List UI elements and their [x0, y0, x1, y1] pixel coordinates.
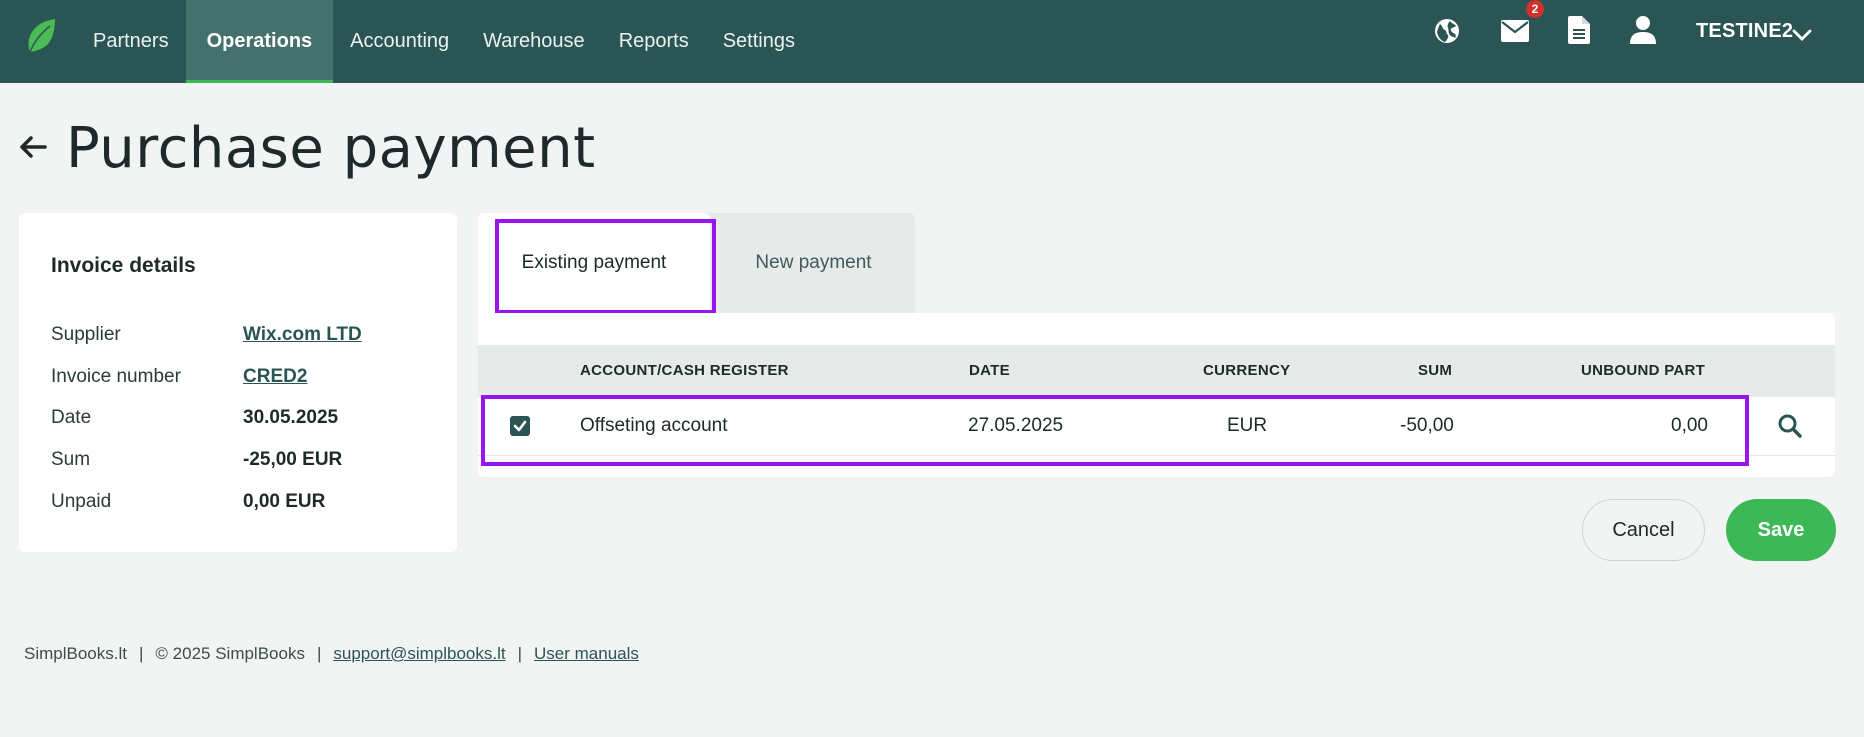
cancel-button[interactable]: Cancel	[1582, 499, 1705, 561]
chevron-down-icon[interactable]	[1792, 25, 1812, 45]
main-nav: Partners Operations Accounting Warehouse…	[76, 0, 812, 83]
invoice-number-link[interactable]: CRED2	[243, 366, 307, 388]
save-button[interactable]: Save	[1726, 499, 1836, 561]
header-sum: SUM	[1418, 362, 1453, 379]
nav-item-partners[interactable]: Partners	[76, 0, 186, 83]
footer-site: SimplBooks.lt	[24, 644, 127, 663]
cell-date: 27.05.2025	[968, 415, 1064, 436]
date-value: 30.05.2025	[243, 407, 339, 428]
sum-label: Sum	[51, 449, 91, 470]
support-email-link[interactable]: support@simplbooks.lt	[333, 644, 505, 664]
footer-copyright: © 2025 SimplBooks	[155, 644, 305, 663]
cell-sum: -50,00	[1400, 415, 1454, 436]
unpaid-label: Unpaid	[51, 491, 112, 512]
footer: SimplBooks.lt | © 2025 SimplBooks | supp…	[24, 644, 639, 664]
header-account: ACCOUNT/CASH REGISTER	[580, 362, 789, 379]
tab-new-payment[interactable]: New payment	[712, 213, 915, 313]
date-label: Date	[51, 407, 92, 428]
cell-account: Offseting account	[580, 415, 728, 436]
cell-currency: EUR	[1227, 415, 1268, 436]
footer-separator: |	[517, 644, 523, 663]
page-title: Purchase payment	[66, 116, 596, 181]
nav-item-accounting[interactable]: Accounting	[333, 0, 466, 83]
header-unbound-part: UNBOUND PART	[1581, 362, 1706, 379]
invoice-details-title: Invoice details	[51, 254, 196, 277]
unpaid-value: 0,00 EUR	[243, 491, 326, 512]
nav-item-settings[interactable]: Settings	[706, 0, 812, 83]
header-currency: CURRENCY	[1203, 362, 1291, 379]
tab-existing-payment[interactable]: Existing payment	[478, 213, 710, 313]
footer-separator: |	[138, 644, 144, 663]
user-manuals-link[interactable]: User manuals	[534, 644, 639, 664]
nav-item-warehouse[interactable]: Warehouse	[466, 0, 602, 83]
row-checkbox[interactable]	[510, 416, 530, 436]
nav-item-reports[interactable]: Reports	[602, 0, 706, 83]
document-icon[interactable]	[1568, 16, 1590, 44]
header-date: DATE	[969, 362, 1010, 379]
mail-badge: 2	[1526, 0, 1544, 18]
top-navigation-bar: Partners Operations Accounting Warehouse…	[0, 0, 1864, 83]
footer-separator: |	[316, 644, 322, 663]
nav-item-operations[interactable]: Operations	[185, 0, 334, 83]
back-arrow-icon[interactable]	[18, 132, 48, 162]
supplier-label: Supplier	[51, 324, 121, 345]
sum-value: -25,00 EUR	[243, 449, 343, 470]
mail-icon[interactable]	[1501, 20, 1529, 42]
user-menu-name[interactable]: TESTINE2	[1696, 20, 1793, 43]
user-icon[interactable]	[1630, 16, 1656, 44]
search-icon[interactable]	[1777, 413, 1803, 439]
invoice-details-card: Invoice details Supplier Wix.com LTD Inv…	[19, 213, 457, 552]
cell-unbound-part: 0,00	[1671, 415, 1708, 436]
leaf-logo-icon[interactable]	[24, 18, 56, 54]
checkmark-icon	[513, 420, 527, 432]
row-divider	[478, 455, 1835, 456]
globe-icon[interactable]	[1433, 17, 1461, 45]
supplier-link[interactable]: Wix.com LTD	[243, 324, 362, 346]
invoice-number-label: Invoice number	[51, 366, 181, 387]
